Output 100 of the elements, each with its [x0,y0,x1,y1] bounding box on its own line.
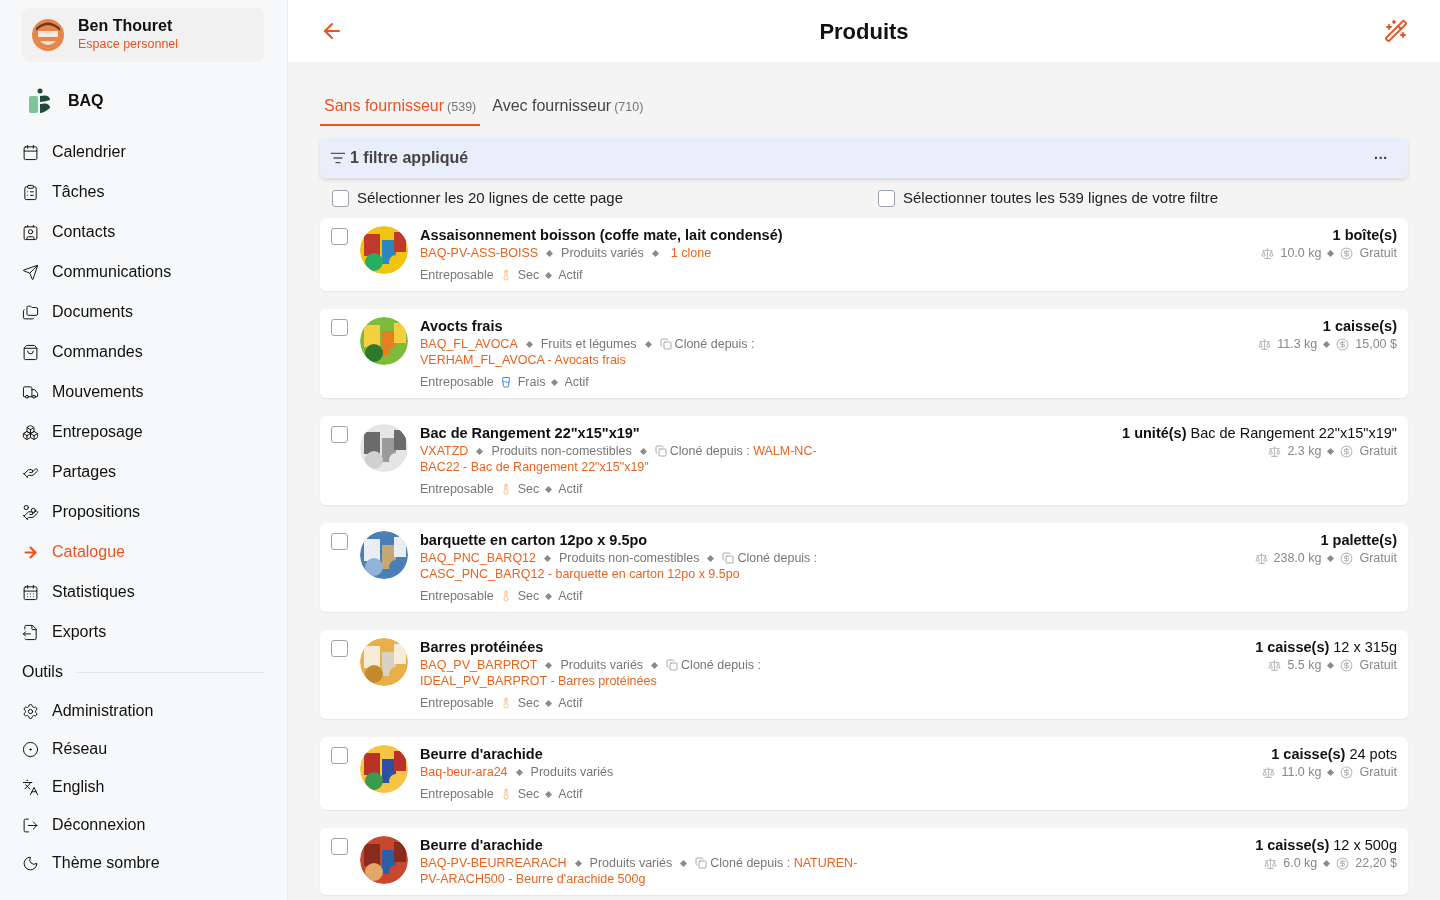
tool-item[interactable]: Déconnexion [22,806,265,844]
filter-bar[interactable]: 1 filtre appliqué ··· [320,138,1408,178]
checkbox[interactable] [331,228,348,245]
product-card[interactable]: Beurre d'arachide Baq-beur-ara24 Produits variés Entreposable Sec Actif 1 caisse(s) 24 pots 11.0 kg Gratuit [320,737,1408,810]
quantity-label: 1 caisse(s) [1255,638,1330,656]
logout-icon [22,816,39,834]
product-name: Bac de Rangement 22"x15"x19" [420,424,641,442]
product-card[interactable]: Barres protéinées BAQ_PV_BARPROT Produits variés Cloné depuis : IDEAL_PV_BARPROT - Barres protéinées Entreposable Sec Actif 1 caisse(s) 12 x 315g 5.5 kg Gratuit [320,630,1408,719]
storage-label: Entreposable [420,695,494,711]
storage-label: Entreposable [420,786,494,802]
nav-item[interactable]: Entreposage [22,412,265,452]
tool-item[interactable]: Réseau [22,730,265,768]
diamond-icon [1323,340,1331,348]
clone-reference[interactable]: VERHAM_FL_AVOCA - Avocats frais [420,352,880,368]
nav-item[interactable]: Calendrier [22,132,265,172]
diamond-icon [707,555,715,563]
status-label: Actif [558,786,583,802]
nav-item[interactable]: Documents [22,292,265,332]
magic-wand-button[interactable] [1384,19,1408,43]
quantity-label: 1 caisse(s) [1322,317,1397,335]
product-code: BAQ_PNC_BARQ12 [420,551,537,565]
price-label: Gratuit [1359,550,1397,566]
diamond-icon [1327,661,1335,669]
checkbox[interactable] [332,189,349,207]
weight-label: 5.5 kg [1287,657,1322,673]
product-card[interactable]: Assaisonnement boisson (coffe mate, lait condensé) BAQ-PV-ASS-BOISS Produits variés 1 clone Entreposable Sec Actif 1 boîte(s) 10.0 kg Gratuit [320,218,1408,291]
price-label: Gratuit [1359,657,1397,673]
product-name: Assaisonnement boisson (coffe mate, lait condensé) [420,226,784,244]
scale-icon [1264,856,1278,870]
dollar-icon [1336,337,1350,351]
category-label: Produits variés [530,765,614,779]
nav-item[interactable]: Tâches [22,172,265,212]
quantity-detail: 12 x 315g [1333,638,1397,656]
category-label: Produits variés [561,246,644,260]
folder-icon [22,303,39,321]
clone-label: Cloné depuis : [674,337,755,351]
checkbox[interactable] [331,640,348,657]
clone-label: Cloné depuis : [737,551,818,565]
filter-icon [330,150,346,166]
diamond-icon [1323,859,1331,867]
nav-item[interactable]: Contacts [22,212,265,252]
nav-item[interactable]: Communications [22,252,265,292]
category-label: Produits non-comestibles [559,551,700,565]
weight-label: 11.3 kg [1277,336,1318,352]
organization-name: BAQ [68,91,104,111]
product-card[interactable]: Bac de Rangement 22"x15"x19" VXATZD Produits non-comestibles Cloné depuis : WALM-NC- BAC22 - Bac de Rangement 22"x15"x19" Entreposable Sec Actif 1 unité(s) Bac de Rangement 22"x15"x19" 2.3 kg Gratuit [320,416,1408,505]
file-export-icon [22,623,39,641]
nav-item[interactable]: Mouvements [22,372,265,412]
tool-item[interactable]: English [22,768,265,806]
diamond-icon [525,341,533,349]
storage-label: Entreposable [420,481,494,497]
select-page-label: Sélectionner les 20 lignes de cette page [357,187,623,208]
temperature-label: Frais [517,374,546,390]
diamond-icon [1327,447,1335,455]
nav-item[interactable]: Partages [22,452,265,492]
checkbox[interactable] [878,189,895,207]
temperature-label: Sec [517,481,540,497]
checkbox[interactable] [331,838,348,855]
product-name: Barres protéinées [420,638,545,656]
nav-item[interactable]: Statistiques [22,572,265,612]
checkbox[interactable] [331,426,348,443]
nav-item[interactable]: Commandes [22,332,265,372]
product-card[interactable]: barquette en carton 12po x 9.5po BAQ_PNC_BARQ12 Produits non-comestibles Cloné depuis : CASC_PNC_BARQ12 - barquette en carton 12po x 9.5po Entreposable Sec Actif 1 palette(s) 238.0 kg Gratuit [320,523,1408,612]
diamond-icon [545,662,553,670]
tab[interactable]: Avec fournisseur (710) [488,94,648,126]
clone-label: Cloné depuis : [681,658,761,672]
checkbox[interactable] [331,747,348,764]
diamond-icon [545,485,553,493]
scale-icon [1262,765,1276,779]
diamond-icon [551,378,559,386]
quantity-label: 1 caisse(s) [1271,745,1346,763]
checkbox[interactable] [331,319,348,336]
copy-icon [659,338,672,350]
diamond-icon [545,271,553,279]
quantity-label: 1 palette(s) [1320,531,1397,549]
price-label: Gratuit [1359,443,1397,459]
user-card[interactable]: Ben Thouret Espace personnel [22,8,264,62]
temperature-label: Sec [517,695,540,711]
more-button[interactable]: ··· [1374,147,1388,169]
product-card[interactable]: Beurre d'arachide BAQ-PV-BEURREARACH Produits variés Cloné depuis : NATUREN- PV-ARACH500 - Beurre d'arachide 500g 1 caisse(s) 12 x 500g 6.0 kg 22,20 $ [320,828,1408,895]
tool-item[interactable]: Thème sombre [22,844,265,882]
product-card[interactable]: Avocts frais BAQ_FL_AVOCA Fruits et légumes Cloné depuis : VERHAM_FL_AVOCA - Avocats frais Entreposable Frais Actif 1 caisse(s) 11.3 kg 15,00 $ [320,309,1408,398]
tool-item[interactable]: Administration [22,692,265,730]
tab[interactable]: Sans fournisseur (539) [320,94,481,126]
nav-item[interactable]: Exports [22,612,265,652]
section-title: Outils [22,662,63,682]
weight-label: 11.0 kg [1281,764,1322,780]
scale-icon [1268,658,1282,672]
calendar-icon [22,143,39,161]
nav-item[interactable]: Propositions [22,492,265,532]
product-code: BAQ_PV_BARPROT [420,658,538,672]
dollar-icon [1340,444,1354,458]
status-label: Actif [558,588,583,604]
diamond-icon [651,250,659,258]
category-label: Fruits et légumes [540,337,637,351]
filter-label: 1 filtre appliqué [350,148,470,168]
diamond-icon [545,592,553,600]
boxes-icon [22,423,39,441]
product-code: Baq-beur-ara24 [420,765,508,779]
checkbox[interactable] [331,533,348,550]
